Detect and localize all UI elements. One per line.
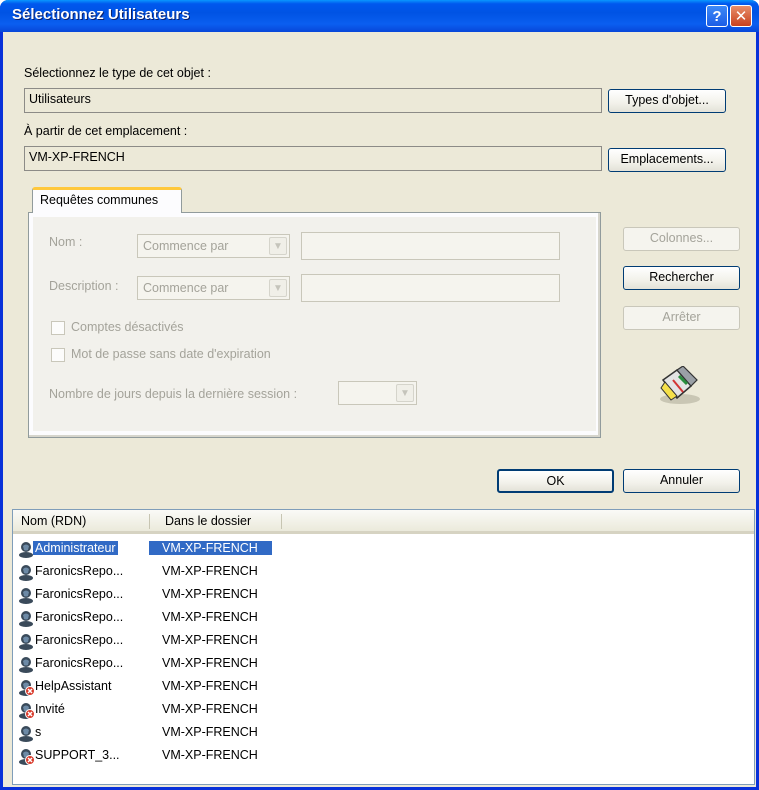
location-label: À partir de cet emplacement : — [24, 124, 188, 138]
tab-common-queries[interactable]: Requêtes communes — [32, 187, 182, 213]
row-folder: VM-XP-FRENCH — [162, 725, 258, 739]
chevron-down-icon[interactable]: ▼ — [269, 279, 287, 297]
column-divider[interactable] — [281, 514, 282, 529]
row-name: Invité — [35, 702, 65, 716]
stop-button[interactable]: Arrêter — [623, 306, 740, 330]
row-name: FaronicsRepo... — [35, 564, 124, 578]
user-icon — [17, 586, 35, 604]
cancel-button[interactable]: Annuler — [623, 469, 740, 493]
tab-label: Requêtes communes — [40, 193, 159, 207]
no-expiry-label: Mot de passe sans date d'expiration — [71, 347, 271, 361]
name-match-combo[interactable]: Commence par ▼ — [137, 234, 290, 258]
object-type-field: Utilisateurs — [24, 88, 602, 113]
common-queries-inner: Nom : Commence par ▼ Description : Comme… — [33, 217, 596, 431]
row-name: FaronicsRepo... — [35, 633, 124, 647]
user-icon — [17, 655, 35, 673]
help-button[interactable]: ? — [706, 5, 728, 27]
help-icon: ? — [712, 7, 722, 25]
row-folder: VM-XP-FRENCH — [162, 610, 258, 624]
window-title: Sélectionnez Utilisateurs — [12, 6, 190, 23]
days-since-label: Nombre de jours depuis la dernière sessi… — [49, 387, 298, 401]
dialog-window: Sélectionnez Utilisateurs ? ✕ Sélectionn… — [0, 0, 759, 790]
cancel-button-label: Annuler — [659, 473, 704, 487]
description-match-combo[interactable]: Commence par ▼ — [137, 276, 290, 300]
object-types-button-label: Types d'objet... — [625, 93, 709, 107]
table-row[interactable]: FaronicsRepo... VM-XP-FRENCH — [15, 561, 285, 583]
chevron-down-icon[interactable]: ▼ — [396, 384, 414, 402]
table-row[interactable]: FaronicsRepo... VM-XP-FRENCH — [15, 630, 285, 652]
row-folder: VM-XP-FRENCH — [162, 656, 258, 670]
row-name: FaronicsRepo... — [35, 587, 124, 601]
row-name: Administrateur — [33, 541, 118, 555]
table-row[interactable]: HelpAssistant VM-XP-FRENCH — [15, 676, 285, 698]
row-name: SUPPORT_3... — [35, 748, 120, 762]
row-folder: VM-XP-FRENCH — [149, 541, 272, 555]
row-folder: VM-XP-FRENCH — [162, 633, 258, 647]
row-name: HelpAssistant — [35, 679, 112, 693]
close-button[interactable]: ✕ — [730, 5, 752, 27]
disabled-user-icon — [17, 678, 35, 696]
close-icon: ✕ — [734, 7, 748, 25]
row-folder: VM-XP-FRENCH — [162, 702, 258, 716]
title-bar[interactable]: Sélectionnez Utilisateurs ? ✕ — [0, 0, 759, 32]
location-field: VM-XP-FRENCH — [24, 146, 602, 171]
row-name: s — [35, 725, 42, 739]
locations-button[interactable]: Emplacements... — [608, 148, 726, 172]
row-name: FaronicsRepo... — [35, 656, 124, 670]
column-header-name[interactable]: Nom (RDN) — [17, 510, 147, 532]
locations-button-label: Emplacements... — [620, 152, 714, 166]
row-folder: VM-XP-FRENCH — [162, 679, 258, 693]
disabled-user-icon — [17, 747, 35, 765]
table-row[interactable]: SUPPORT_3... VM-XP-FRENCH — [15, 745, 285, 767]
object-type-label: Sélectionnez le type de cet objet : — [24, 66, 211, 80]
table-row[interactable]: Invité VM-XP-FRENCH — [15, 699, 285, 721]
table-row[interactable]: FaronicsRepo... VM-XP-FRENCH — [15, 584, 285, 606]
table-row[interactable]: s VM-XP-FRENCH — [15, 722, 285, 744]
user-icon — [17, 632, 35, 650]
table-row[interactable]: FaronicsRepo... VM-XP-FRENCH — [15, 607, 285, 629]
user-icon — [17, 724, 35, 742]
name-label: Nom : — [49, 235, 83, 249]
columns-button[interactable]: Colonnes... — [623, 227, 740, 251]
table-row[interactable]: Administrateur VM-XP-FRENCH — [15, 538, 285, 560]
results-header: Nom (RDN) Dans le dossier — [13, 510, 754, 534]
name-match-value: Commence par — [143, 239, 229, 253]
no-expiry-checkbox[interactable] — [51, 348, 65, 362]
column-header-folder[interactable]: Dans le dossier — [161, 510, 281, 532]
row-name: FaronicsRepo... — [35, 610, 124, 624]
columns-button-label: Colonnes... — [649, 231, 714, 245]
description-match-value: Commence par — [143, 281, 229, 295]
description-input[interactable] — [301, 274, 560, 302]
column-divider[interactable] — [149, 514, 150, 529]
disabled-accounts-checkbox[interactable] — [51, 321, 65, 335]
search-button-label: Rechercher — [649, 270, 714, 284]
user-icon — [17, 563, 35, 581]
object-types-button[interactable]: Types d'objet... — [608, 89, 726, 113]
search-button[interactable]: Rechercher — [623, 266, 740, 290]
ok-button[interactable]: OK — [497, 469, 614, 493]
table-row[interactable]: FaronicsRepo... VM-XP-FRENCH — [15, 653, 285, 675]
stop-button-label: Arrêter — [662, 310, 701, 324]
search-flashlight-icon — [660, 366, 700, 404]
row-folder: VM-XP-FRENCH — [162, 564, 258, 578]
name-input[interactable] — [301, 232, 560, 260]
description-label: Description : — [49, 279, 119, 293]
disabled-user-icon — [17, 701, 35, 719]
row-folder: VM-XP-FRENCH — [162, 587, 258, 601]
days-combo[interactable]: ▼ — [338, 381, 417, 405]
common-queries-panel: Nom : Commence par ▼ Description : Comme… — [28, 212, 601, 438]
ok-button-label: OK — [546, 474, 565, 488]
disabled-accounts-label: Comptes désactivés — [71, 320, 184, 334]
chevron-down-icon[interactable]: ▼ — [269, 237, 287, 255]
results-list[interactable]: Nom (RDN) Dans le dossier Administrateur… — [12, 509, 755, 785]
row-folder: VM-XP-FRENCH — [162, 748, 258, 762]
user-icon — [17, 609, 35, 627]
